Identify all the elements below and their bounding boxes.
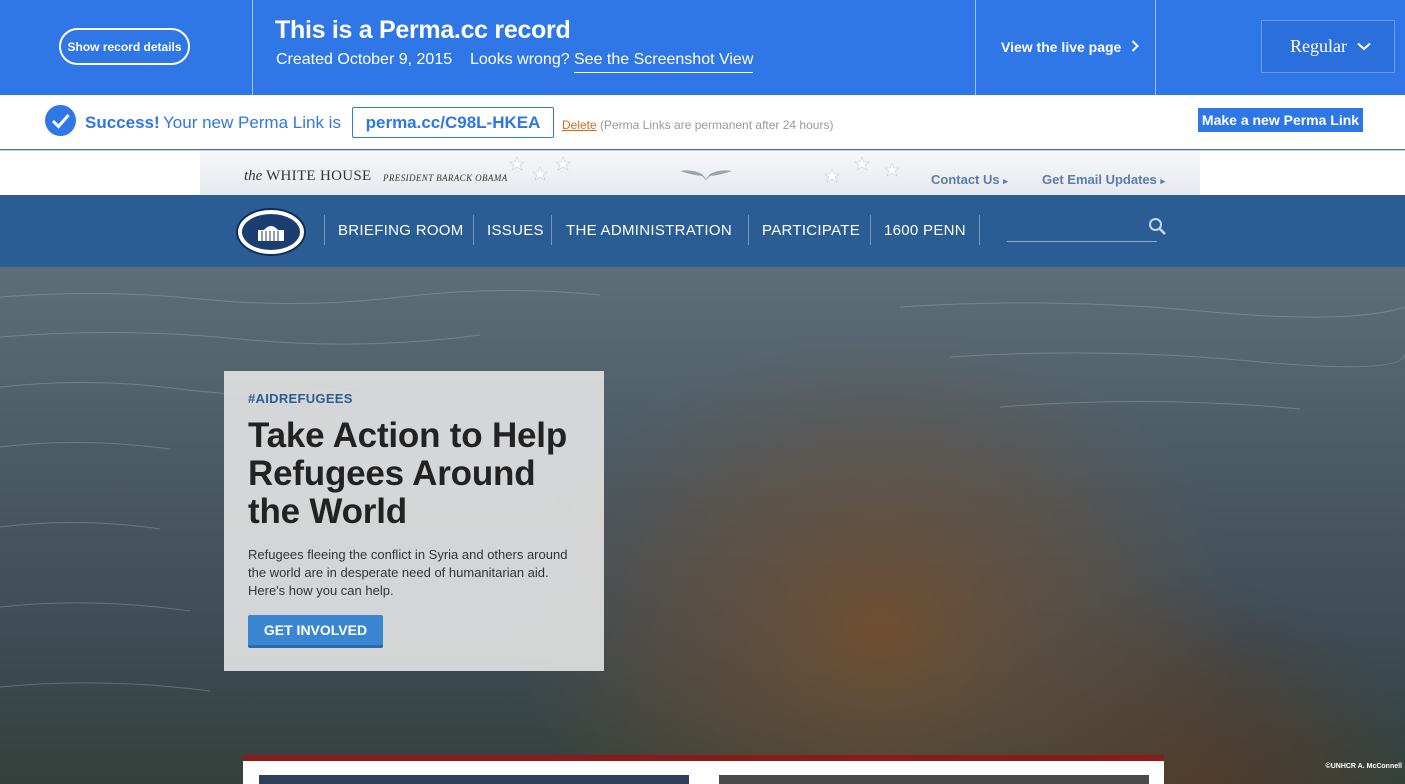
- brand-name: WHITE HOUSE: [266, 168, 372, 184]
- whitehouse-header: the WHITE HOUSE PRESIDENT BARACK OBAMA C…: [0, 150, 1405, 196]
- nav-divider: [324, 215, 325, 245]
- nav-the-administration[interactable]: THE ADMINISTRATION: [566, 222, 732, 239]
- nav-divider: [473, 215, 474, 245]
- delete-link[interactable]: Delete: [562, 118, 597, 132]
- hero-banner: #AIDREFUGEES Take Action to Help Refugee…: [0, 267, 1405, 784]
- get-involved-button[interactable]: GET INVOLVED: [248, 615, 383, 648]
- record-title: This is a Perma.cc record: [275, 16, 571, 44]
- brand-prefix: the: [244, 168, 263, 184]
- caret-right-icon: ▸: [1003, 176, 1008, 186]
- star-icon: [824, 156, 900, 183]
- nav-1600-penn[interactable]: 1600 PENN: [884, 222, 966, 239]
- success-bar: Success! Your new Perma Link is perma.cc…: [0, 95, 1405, 150]
- nav-divider: [748, 215, 749, 245]
- feature-thumbnail[interactable]: [259, 775, 689, 784]
- photo-credit: ©UNHCR A. McConnell: [1325, 763, 1402, 770]
- contact-us-link[interactable]: Contact Us ▸: [931, 172, 1008, 187]
- hero-title: Take Action to Help Refugees Around the …: [248, 416, 568, 531]
- nav-briefing-room[interactable]: BRIEFING ROOM: [338, 222, 464, 239]
- delete-note: (Perma Links are permanent after 24 hour…: [600, 118, 834, 132]
- checkmark-icon: [45, 105, 76, 136]
- president-name: PRESIDENT BARACK OBAMA: [383, 173, 508, 183]
- search-icon[interactable]: [1148, 217, 1167, 236]
- perma-record-bar: Show record details This is a Perma.cc r…: [0, 0, 1405, 95]
- success-label: Success!: [85, 113, 160, 132]
- screenshot-view-link[interactable]: See the Screenshot View: [574, 51, 754, 73]
- divider: [1155, 0, 1156, 95]
- eagle-icon: [680, 170, 732, 180]
- nav-divider: [551, 215, 552, 245]
- record-created-date: Created October 9, 2015: [276, 51, 453, 68]
- search-input[interactable]: [1007, 241, 1157, 242]
- hero-photo: [0, 289, 1405, 692]
- view-live-page-label: View the live page: [1001, 39, 1122, 55]
- hero-body: Refugees fleeing the conflict in Syria a…: [248, 547, 568, 598]
- hero-card: #AIDREFUGEES Take Action to Help Refugee…: [224, 371, 604, 671]
- perma-link-field[interactable]: perma.cc/C98L-HKEA: [352, 107, 554, 138]
- whitehouse-logo-text[interactable]: the WHITE HOUSE: [244, 168, 371, 185]
- seal-inner: [242, 214, 300, 250]
- divider: [252, 0, 253, 95]
- caret-right-icon: ▸: [1160, 176, 1166, 186]
- view-mode-value: Regular: [1290, 36, 1347, 56]
- view-live-page-link[interactable]: View the live page: [1001, 39, 1140, 55]
- nav-divider: [979, 215, 980, 245]
- star-icon: [509, 156, 571, 181]
- hero-hashtag[interactable]: #AIDREFUGEES: [248, 391, 353, 406]
- email-updates-link[interactable]: Get Email Updates ▸: [1042, 172, 1165, 187]
- make-new-perma-link-button[interactable]: Make a new Perma Link: [1198, 108, 1363, 132]
- email-updates-label: Get Email Updates: [1042, 172, 1157, 187]
- main-nav: BRIEFING ROOM ISSUES THE ADMINISTRATION …: [0, 195, 1405, 267]
- feature-thumbnail[interactable]: [719, 775, 1149, 784]
- chevron-right-icon: [1131, 39, 1140, 55]
- view-mode-select[interactable]: Regular: [1261, 20, 1395, 73]
- seal-icon[interactable]: [236, 208, 306, 256]
- divider: [975, 0, 976, 95]
- contact-us-label: Contact Us: [931, 172, 1000, 187]
- feature-panel: [243, 755, 1164, 784]
- chevron-down-icon: [1357, 42, 1371, 51]
- nav-issues[interactable]: ISSUES: [487, 222, 544, 239]
- nav-divider: [870, 215, 871, 245]
- show-record-details-button[interactable]: Show record details: [59, 28, 190, 65]
- nav-participate[interactable]: PARTICIPATE: [762, 222, 860, 239]
- success-message: Your new Perma Link is: [163, 113, 341, 132]
- looks-wrong-text: Looks wrong?: [470, 51, 570, 68]
